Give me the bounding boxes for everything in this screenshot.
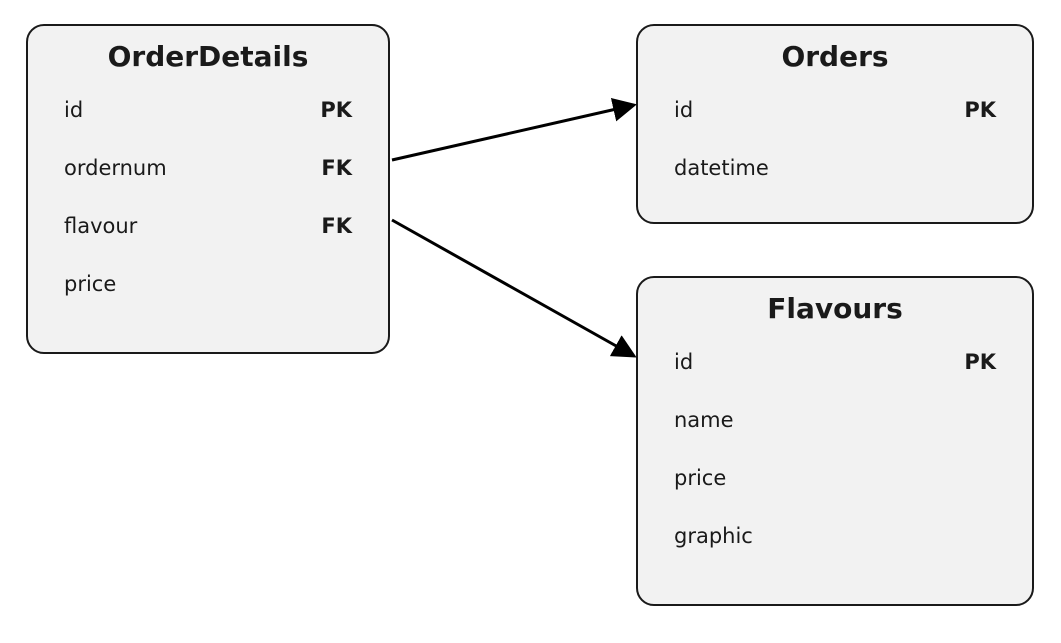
field-row: name (638, 391, 1032, 449)
field-name: price (64, 272, 116, 296)
entity-orders: Orders id PK datetime (636, 24, 1034, 224)
field-key: FK (321, 156, 352, 180)
field-name: id (64, 98, 83, 122)
field-key: PK (964, 350, 996, 374)
field-name: name (674, 408, 734, 432)
field-row: price (638, 449, 1032, 507)
field-row: id PK (28, 81, 388, 139)
field-name: ordernum (64, 156, 167, 180)
entity-title-orderdetails: OrderDetails (28, 40, 388, 73)
field-row: price (28, 255, 388, 313)
entity-flavours: Flavours id PK name price graphic (636, 276, 1034, 606)
field-row: graphic (638, 507, 1032, 565)
field-key: PK (964, 98, 996, 122)
field-name: id (674, 350, 693, 374)
entity-orderdetails: OrderDetails id PK ordernum FK flavour F… (26, 24, 390, 354)
field-key: PK (320, 98, 352, 122)
field-row: datetime (638, 139, 1032, 197)
field-name: graphic (674, 524, 753, 548)
field-name: price (674, 466, 726, 490)
field-name: flavour (64, 214, 137, 238)
entity-title-orders: Orders (638, 40, 1032, 73)
field-row: id PK (638, 333, 1032, 391)
entity-title-flavours: Flavours (638, 292, 1032, 325)
field-name: datetime (674, 156, 769, 180)
field-name: id (674, 98, 693, 122)
field-row: id PK (638, 81, 1032, 139)
field-row: ordernum FK (28, 139, 388, 197)
field-row: flavour FK (28, 197, 388, 255)
relation-ordernum-to-orders-id (392, 105, 634, 160)
relation-flavour-to-flavours-id (392, 220, 634, 356)
field-key: FK (321, 214, 352, 238)
